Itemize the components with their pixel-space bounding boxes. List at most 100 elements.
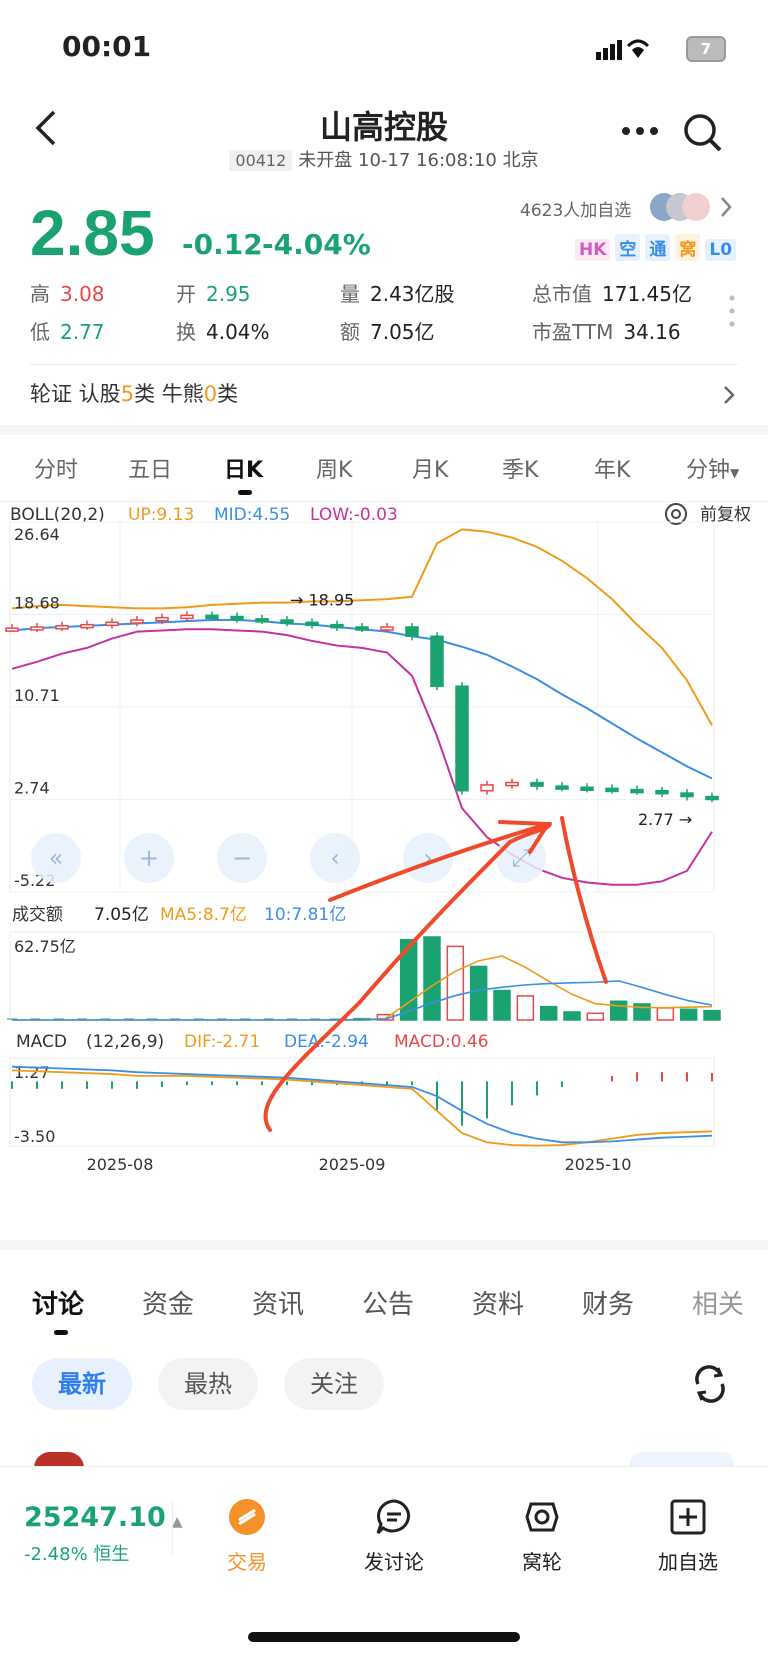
stat-turnover: 换 4.04%: [176, 320, 270, 344]
candle: [305, 621, 319, 627]
volume-bar: [539, 1005, 558, 1021]
zoom-in-icon: +: [139, 844, 159, 872]
home-indicator: [248, 1632, 520, 1642]
filter-hottest[interactable]: 最热: [158, 1358, 258, 1410]
tab-yearly-k[interactable]: 年K: [594, 452, 630, 484]
volume-bar: [423, 936, 441, 1021]
warrant-summary[interactable]: 轮证 认股5类 牛熊0类: [30, 378, 238, 408]
last-price: 2.85: [30, 197, 155, 269]
candle: [355, 626, 369, 631]
stat-amount: 额 7.05亿: [340, 320, 435, 344]
fullscreen-icon: ⤢: [511, 844, 530, 872]
candle: [80, 623, 94, 629]
tab-quarterly-k[interactable]: 季K: [502, 452, 538, 484]
candle: [405, 626, 419, 638]
candle: [555, 785, 569, 790]
candle: [605, 787, 619, 793]
volume-ma10: 10:7.81亿: [264, 905, 346, 925]
candle: [630, 788, 644, 794]
x-tick-label: 2025-09: [319, 1155, 386, 1174]
tab-related[interactable]: 相关: [692, 1284, 744, 1321]
candle: [180, 614, 194, 620]
volume-label: 成交额: [12, 905, 63, 925]
tab-discussion[interactable]: 讨论: [32, 1284, 84, 1321]
macd-value: MACD:0.46: [394, 1032, 489, 1052]
kline-chart[interactable]: BOLL(20,2) UP:9.13 MID:4.55 LOW:-0.03 前复…: [0, 502, 768, 1242]
index-value[interactable]: 25247.10 ▲: [24, 1502, 183, 1533]
candle: [455, 685, 469, 792]
macd-tick-label: 1.27: [14, 1063, 50, 1082]
min-price-note: 2.77 →: [638, 810, 692, 829]
chart-svg: BOLL(20,2) UP:9.13 MID:4.55 LOW:-0.03 前复…: [5, 503, 751, 1174]
macd-tick-label: -3.50: [14, 1127, 55, 1146]
candle: [330, 623, 344, 629]
warrant-icon: [525, 1502, 559, 1532]
refresh-icon[interactable]: [690, 1364, 730, 1408]
signal-icons: [596, 38, 680, 66]
volume-value: 7.05亿: [94, 905, 149, 925]
candle: [480, 784, 494, 792]
boll-mid-line: [11, 619, 713, 780]
scroll-left-icon: ‹: [330, 844, 340, 872]
filter-latest[interactable]: 最新: [32, 1358, 132, 1410]
stock-subtitle: 00412 未开盘 10-17 16:08:10 北京: [0, 146, 768, 172]
y-tick-label: 2.74: [14, 779, 50, 798]
volume-bar: [609, 1000, 628, 1021]
badge-connect: 通: [645, 234, 671, 261]
volume-bar: [516, 995, 535, 1021]
candle: [130, 619, 144, 624]
candle: [280, 619, 294, 624]
follower-avatars[interactable]: [650, 190, 740, 228]
warrants-button[interactable]: 窝轮: [492, 1498, 592, 1575]
candle: [5, 627, 19, 632]
candle: [255, 618, 269, 623]
macd-params: (12,26,9): [86, 1032, 164, 1052]
tab-daily-k[interactable]: 日K: [224, 452, 263, 484]
status-time: 00:01: [62, 30, 152, 63]
candle: [680, 792, 694, 798]
more-icon[interactable]: [620, 122, 660, 141]
candle: [530, 781, 544, 787]
volume-bar: [679, 1008, 698, 1021]
add-watchlist-button[interactable]: 加自选: [638, 1498, 738, 1575]
search-icon[interactable]: [682, 112, 724, 158]
badge-hk: HK: [575, 239, 611, 261]
follow-count: 4623人加自选: [520, 201, 632, 221]
trade-button[interactable]: 交易: [197, 1498, 297, 1575]
candle: [230, 615, 244, 621]
tab-announcements[interactable]: 公告: [362, 1284, 414, 1321]
index-change[interactable]: -2.48% 恒生: [24, 1540, 129, 1566]
active-tab-indicator: [54, 1330, 68, 1335]
volume-bar: [493, 989, 511, 1021]
expand-dots-icon[interactable]: [728, 294, 736, 332]
volume-bar: [703, 1009, 721, 1021]
tab-capital[interactable]: 资金: [142, 1284, 194, 1321]
price-change-pct: -4.04%: [262, 228, 371, 261]
volume-panel-frame: [9, 931, 715, 1021]
volume-max-label: 62.75亿: [14, 937, 76, 956]
volume-bar: [446, 945, 465, 1021]
settings-icon[interactable]: [665, 503, 687, 525]
chevron-right-icon[interactable]: [722, 384, 736, 410]
tab-monthly-k[interactable]: 月K: [412, 452, 448, 484]
plus-square-icon: [670, 1499, 706, 1535]
post-discussion-button[interactable]: 发讨论: [344, 1498, 444, 1575]
volume-bar: [469, 965, 488, 1021]
chat-icon: [376, 1499, 410, 1535]
tab-intraday[interactable]: 分时: [34, 452, 78, 484]
tab-profile[interactable]: 资料: [472, 1284, 524, 1321]
filter-following[interactable]: 关注: [284, 1358, 384, 1410]
stat-volume: 量 2.43亿股: [340, 282, 455, 306]
tab-weekly-k[interactable]: 周K: [316, 452, 352, 484]
volume-ma5: MA5:8.7亿: [160, 905, 247, 925]
candle: [430, 635, 444, 687]
divider: [30, 364, 738, 365]
tab-financials[interactable]: 财务: [582, 1284, 634, 1321]
scroll-left-fast-icon: «: [49, 844, 64, 872]
tab-news[interactable]: 资讯: [252, 1284, 304, 1321]
tab-five-day[interactable]: 五日: [128, 452, 172, 484]
battery-icon: 7: [686, 36, 726, 62]
tab-minute[interactable]: 分钟▼: [686, 452, 739, 484]
stock-badges: HK 空通窝 L0: [570, 234, 737, 261]
candle: [30, 626, 44, 631]
